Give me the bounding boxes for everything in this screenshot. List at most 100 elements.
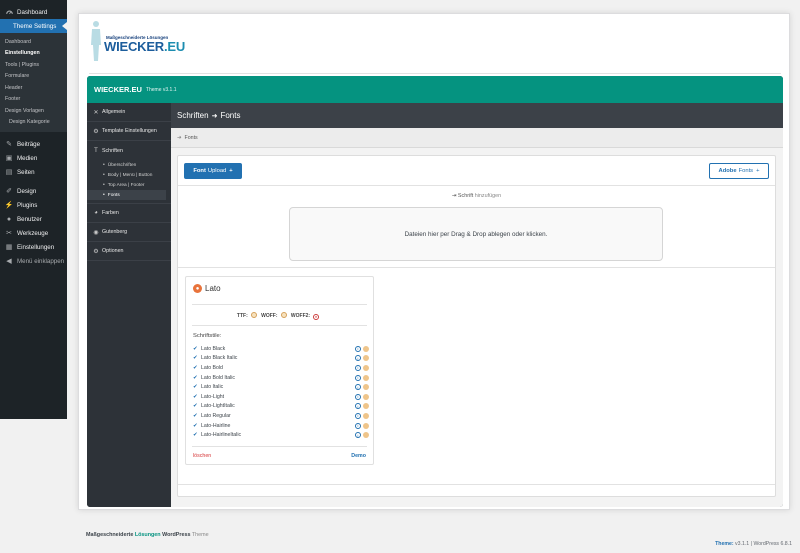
theme-brand: WIECKER.EU — [94, 85, 142, 94]
nav-gutenberg[interactable]: ◉ Gutenberg — [87, 223, 171, 242]
page-title: Schriften ➜ Fonts — [171, 103, 783, 128]
status-dot-icon — [363, 412, 369, 419]
status-dot-icon — [363, 355, 369, 362]
status-dot-icon — [363, 384, 369, 391]
wp-menu-collapse[interactable]: ◀ Menü einklappen — [0, 254, 67, 268]
font-style-row: ✔ Lato-Light i — [193, 392, 369, 402]
nav-sub-top-area-footer[interactable]: • Top Area | Footer — [87, 180, 171, 190]
nav-optionen[interactable]: ⚙ Optionen — [87, 242, 171, 261]
wp-menu-label: Werkzeuge — [17, 229, 49, 237]
wp-submenu: Dashboard Einstellungen Tools | Plugins … — [0, 33, 67, 132]
wp-submenu-item[interactable]: Design Vorlagen — [0, 105, 67, 117]
tools-icon: ✕ — [93, 109, 99, 116]
wp-menu-medien[interactable]: ▣ Medien — [0, 151, 67, 165]
check-icon: ✔ — [193, 374, 198, 381]
wp-submenu-item[interactable]: Header — [0, 82, 67, 94]
button-label-bold: Adobe — [718, 168, 737, 174]
wp-submenu-item[interactable]: Einstellungen — [0, 48, 67, 60]
nav-sub-body-menu-button[interactable]: • Body | Menü | Button — [87, 170, 171, 180]
wp-menu-design[interactable]: ✐ Design — [0, 184, 67, 198]
wp-submenu-item[interactable]: Tools | Plugins — [0, 59, 67, 71]
status-dot-icon — [363, 364, 369, 371]
font-style-name: Lato-Light — [201, 393, 225, 400]
nav-label: Optionen — [102, 248, 124, 254]
format-label: TTF: — [236, 313, 248, 319]
logo-figure-icon — [91, 21, 101, 61]
font-style-row: ✔ Lato-Hairline i — [193, 421, 369, 431]
font-dropzone[interactable]: Dateien hier per Drag & Drop ablegen ode… — [289, 207, 663, 261]
info-icon[interactable]: i — [355, 384, 361, 391]
font-style-row: ✔ Lato Bold i — [193, 363, 369, 373]
info-icon[interactable]: i — [355, 355, 361, 362]
font-style-row: ✔ Lato-HairlineItalic i — [193, 430, 369, 440]
wp-menu-theme-settings[interactable]: Theme Settings — [0, 19, 67, 33]
status-dot-icon — [363, 403, 369, 410]
check-icon: ✔ — [193, 355, 198, 362]
nav-label: Farben — [102, 210, 119, 216]
font-style-name: Lato Black Italic — [201, 355, 238, 362]
font-style-name: Lato Bold Italic — [201, 374, 236, 381]
adobe-fonts-button[interactable]: Adobe Fonts + — [709, 163, 769, 179]
font-style-name: Lato Regular — [201, 412, 231, 419]
logo-header: Maßgeschneiderte Lösungen WIECKER.EU — [89, 19, 781, 74]
fonts-card: Font Upload + Adobe Fonts + ⇥ Schrift hi… — [177, 155, 776, 497]
wp-admin-sidebar: Dashboard Theme Settings Dashboard Einst… — [0, 0, 67, 419]
toggle-icon[interactable]: ● — [193, 284, 202, 293]
nav-label: Allgemein — [102, 109, 126, 115]
info-icon[interactable]: i — [355, 432, 361, 439]
theme-version: Theme v3.1.1 — [145, 86, 177, 93]
status-dot-icon — [363, 345, 369, 352]
wp-menu-werkzeuge[interactable]: ✂ Werkzeuge — [0, 226, 67, 240]
format-missing-icon: × — [313, 314, 320, 320]
info-icon[interactable]: i — [355, 412, 361, 419]
wp-menu-seiten[interactable]: ▤ Seiten — [0, 165, 67, 179]
wp-submenu-item[interactable]: Formulare — [0, 71, 67, 83]
nav-sub-ueberschriften[interactable]: • Überschriften — [87, 160, 171, 170]
divider — [178, 185, 775, 186]
wp-submenu-item[interactable]: Dashboard — [0, 36, 67, 48]
font-style-row: ✔ Lato-LightItalic i — [193, 402, 369, 412]
wp-menu-plugins[interactable]: ⚡ Plugins — [0, 198, 67, 212]
footer-version: Theme: v3.1.1 | WordPress 6.8.1 — [715, 541, 792, 547]
wp-menu-beitraege[interactable]: ✎ Beiträge — [0, 137, 67, 151]
footer-text: WordPress — [162, 532, 191, 538]
info-icon[interactable]: i — [355, 345, 361, 352]
nav-sub-fonts[interactable]: • Fonts — [87, 190, 166, 200]
info-icon[interactable]: i — [355, 403, 361, 410]
button-label-light: Fonts — [738, 168, 754, 174]
info-icon[interactable]: i — [355, 422, 361, 429]
wp-menu-label: Benutzer — [17, 215, 42, 223]
breadcrumb: ➜ Fonts — [171, 128, 783, 148]
nav-label: Gutenberg — [102, 229, 128, 235]
nav-farben[interactable]: ◕ Farben — [87, 204, 171, 223]
info-icon[interactable]: i — [355, 364, 361, 371]
wp-submenu-item[interactable]: Footer — [0, 94, 67, 106]
wp-submenu-item[interactable]: Design Kategorie — [0, 117, 67, 129]
info-icon[interactable]: i — [355, 374, 361, 381]
info-icon[interactable]: i — [355, 393, 361, 400]
nav-template-einstellungen[interactable]: ⚙ Template Einstellungen — [87, 122, 171, 141]
font-formats: TTF: WOFF: WOFF2: × — [186, 312, 373, 320]
nav-schriften[interactable]: T Schriften — [87, 141, 171, 160]
format-label: WOFF2: — [290, 313, 311, 319]
check-icon: ✔ — [193, 393, 198, 400]
wp-menu-dashboard[interactable]: Dashboard — [0, 5, 67, 19]
media-icon: ▣ — [5, 155, 13, 162]
wp-menu-einstellungen[interactable]: ▦ Einstellungen — [0, 240, 67, 254]
demo-link[interactable]: Demo — [351, 453, 366, 459]
footer-text: | — [750, 541, 752, 547]
settings-icon: ▦ — [5, 244, 13, 251]
font-card-header: ● Lato — [193, 284, 221, 293]
nav-allgemein[interactable]: ✕ Allgemein — [87, 103, 171, 122]
logo-name-a: WIECKER — [104, 39, 164, 54]
text-icon: T — [94, 147, 98, 154]
wp-menu-benutzer[interactable]: ● Benutzer — [0, 212, 67, 226]
font-style-row: ✔ Lato Regular i — [193, 411, 369, 421]
delete-font-link[interactable]: löschen — [193, 453, 211, 459]
divider — [178, 484, 775, 485]
font-upload-button[interactable]: Font Upload + — [184, 163, 242, 179]
check-icon: ✔ — [193, 364, 198, 371]
font-style-name: Lato-LightItalic — [201, 403, 235, 410]
wp-menu-label: Dashboard — [17, 8, 48, 16]
status-dot-icon — [363, 393, 369, 400]
